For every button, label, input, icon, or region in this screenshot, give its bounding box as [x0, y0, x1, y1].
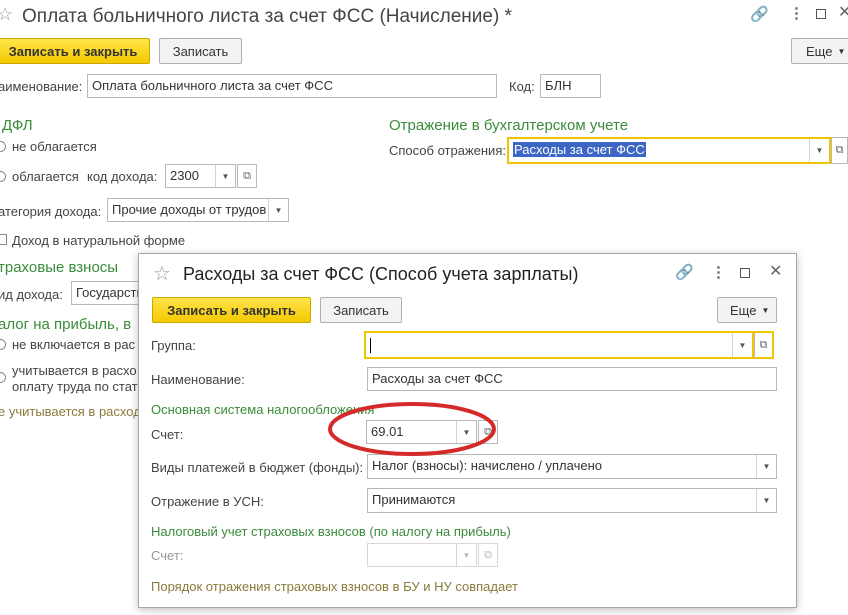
income-category-field[interactable]: Прочие доходы от трудов ▼	[107, 198, 289, 222]
not-accounted-text: е учитывается в расход	[0, 404, 141, 419]
income-code-field[interactable]: 2300 ▼	[165, 164, 236, 188]
reflection-method-field[interactable]: Расходы за счет ФСС ▼	[507, 137, 831, 164]
reflection-method-open-icon[interactable]: ⧉	[831, 137, 848, 164]
profit-tax-header: алог на прибыль, в	[0, 316, 132, 333]
more-menu-icon[interactable]: ⋮	[789, 6, 804, 21]
radio-profit-not-included[interactable]	[0, 339, 6, 350]
radio-profit-included[interactable]	[0, 372, 6, 383]
account-label: Счет:	[151, 427, 184, 442]
name-label: аименование:	[0, 79, 83, 94]
group-open-icon[interactable]: ⧉	[754, 331, 774, 359]
profit-not-included-label: не включается в рас	[12, 337, 136, 352]
name-field[interactable]: Оплата больничного листа за счет ФСС	[87, 74, 497, 98]
more-button[interactable]: Еще ▼	[791, 38, 848, 64]
payment-types-label: Виды платежей в бюджет (фонды):	[151, 460, 364, 475]
group-dropdown-icon[interactable]: ▼	[732, 333, 752, 357]
chevron-down-icon: ▼	[761, 305, 770, 315]
income-category-label: атегория дохода:	[0, 204, 102, 219]
dialog-more-button-label: Еще	[730, 302, 757, 318]
favorite-star-icon[interactable]: ☆	[0, 5, 13, 23]
tax-accounting-header: Налоговый учет страховых взносов (по нал…	[151, 524, 511, 539]
income-code-value: 2300	[170, 168, 199, 183]
usn-field[interactable]: Принимаются ▼	[367, 488, 777, 513]
payment-types-value: Налог (взносы): начислено / уплачено	[372, 458, 602, 473]
save-close-button[interactable]: Записать и закрыть	[0, 38, 150, 64]
code-field[interactable]: БЛН	[540, 74, 601, 98]
ndfl-header: ДФЛ	[2, 117, 33, 134]
dialog-save-button[interactable]: Записать	[320, 297, 402, 323]
annotation-circle	[328, 402, 496, 456]
save-button[interactable]: Записать	[159, 38, 242, 64]
insurance-header: траховые взносы	[0, 259, 119, 276]
usn-label: Отражение в УСН:	[151, 494, 264, 509]
window-title: Оплата больничного листа за счет ФСС (На…	[22, 6, 512, 27]
income-code-open-icon[interactable]: ⧉	[237, 164, 257, 188]
reflection-method-value: Расходы за счет ФСС	[513, 142, 646, 157]
income-category-value: Прочие доходы от трудов	[112, 202, 267, 217]
more-menu-icon[interactable]: ⋮	[711, 265, 726, 280]
favorite-star-icon[interactable]: ☆	[153, 264, 171, 284]
radio-taxed[interactable]	[0, 171, 6, 182]
close-icon[interactable]: ✕	[769, 264, 782, 280]
dialog-save-close-button[interactable]: Записать и закрыть	[152, 297, 311, 323]
income-category-dropdown-icon[interactable]: ▼	[268, 199, 288, 221]
accounting-header: Отражение в бухгалтерском учете	[389, 117, 629, 134]
dialog-more-button[interactable]: Еще ▼	[717, 297, 777, 323]
tax-account-dropdown-icon: ▼	[456, 544, 476, 566]
tax-account-open-icon: ⧉	[478, 543, 498, 567]
income-code-label: код дохода:	[87, 169, 158, 184]
maximize-icon[interactable]	[816, 9, 826, 19]
link-icon[interactable]: 🔗	[750, 7, 769, 22]
radio-not-taxed[interactable]	[0, 141, 6, 152]
code-label: Код:	[509, 79, 535, 94]
dialog-window: ☆ Расходы за счет ФСС (Способ учета зарп…	[138, 253, 797, 608]
link-icon[interactable]: 🔗	[675, 265, 694, 280]
tax-account-field: ▼	[367, 543, 477, 567]
reflection-method-dropdown-icon[interactable]: ▼	[809, 139, 829, 162]
natural-income-label: Доход в натуральной форме	[12, 233, 186, 248]
chevron-down-icon: ▼	[837, 46, 846, 56]
footer-note: Порядок отражения страховых взносов в БУ…	[151, 579, 518, 594]
usn-value: Принимаются	[372, 492, 456, 507]
group-text-cursor	[370, 338, 371, 353]
group-label: Группа:	[151, 338, 196, 353]
tax-account-label: Счет:	[151, 548, 184, 563]
dialog-name-field[interactable]: Расходы за счет ФСС	[367, 367, 777, 391]
dialog-title: Расходы за счет ФСС (Способ учета зарпла…	[183, 264, 579, 284]
usn-dropdown-icon[interactable]: ▼	[756, 489, 776, 512]
group-field[interactable]: ▼	[364, 331, 754, 359]
not-taxed-label: не облагается	[12, 139, 97, 154]
profit-included-label-2: оплату труда по стат	[12, 379, 138, 394]
natural-income-checkbox[interactable]	[0, 234, 7, 245]
taxed-label: облагается	[12, 169, 79, 184]
maximize-icon[interactable]	[740, 268, 750, 278]
income-type-label: ид дохода:	[0, 287, 63, 302]
dialog-name-label: Наименование:	[151, 372, 245, 387]
payment-types-dropdown-icon[interactable]: ▼	[756, 455, 776, 478]
close-icon[interactable]: ✕	[838, 5, 848, 21]
reflection-method-label: Способ отражения:	[389, 143, 506, 158]
profit-included-label-1: учитывается в расхо	[12, 363, 137, 378]
more-button-label: Еще	[806, 43, 833, 59]
annotation-ellipse	[328, 402, 496, 456]
income-code-dropdown-icon[interactable]: ▼	[215, 165, 235, 187]
